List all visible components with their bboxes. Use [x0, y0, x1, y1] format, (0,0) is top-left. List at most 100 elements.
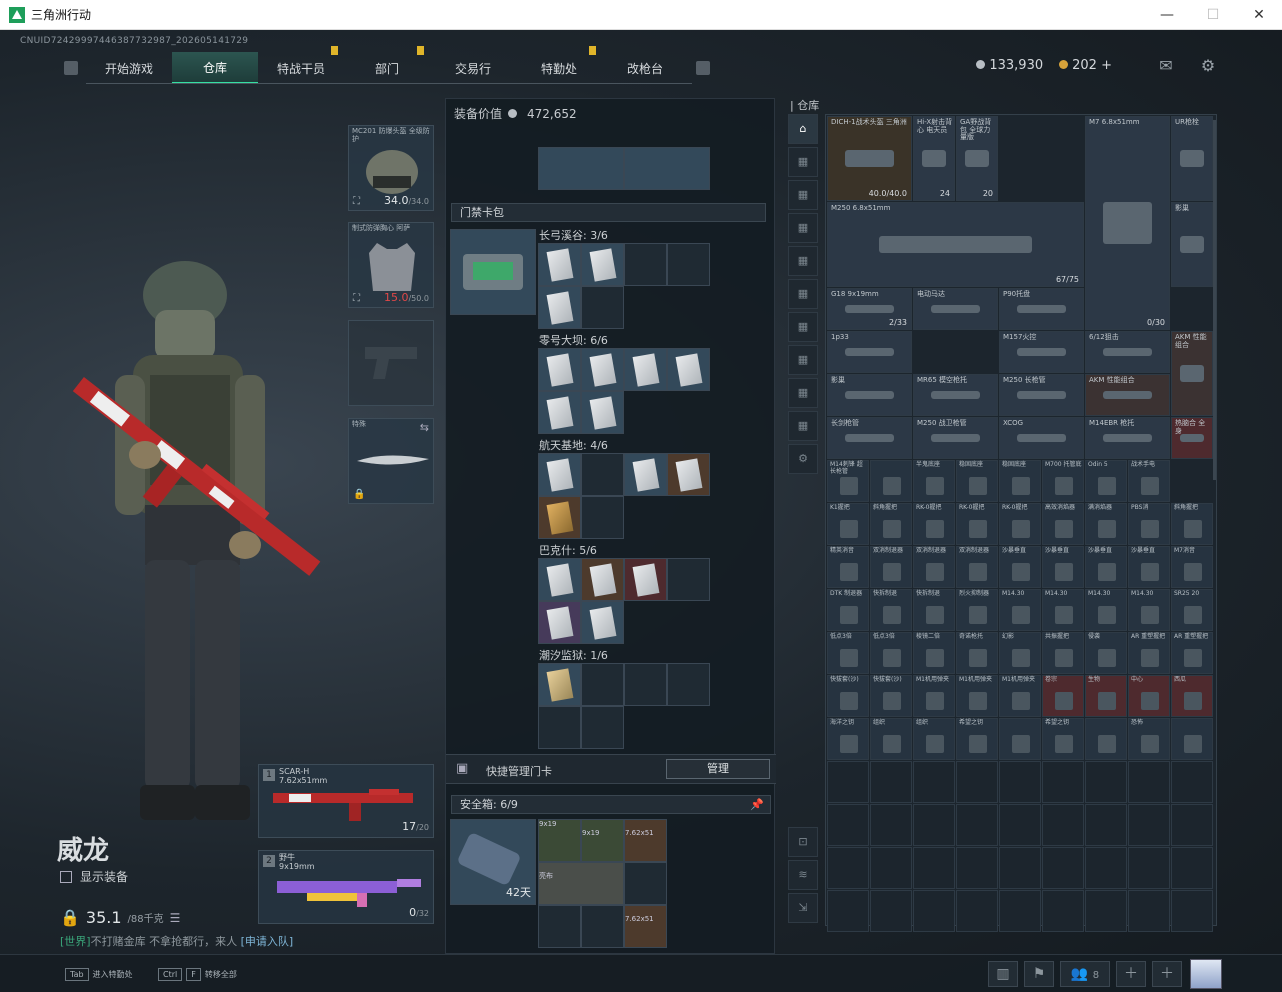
storage-empty-cell[interactable] [1128, 890, 1170, 932]
tab-gunsmith[interactable]: 改枪台 [602, 52, 688, 84]
storage-empty-cell[interactable] [956, 890, 998, 932]
storage-item[interactable]: AKM 性能组合 [1085, 374, 1170, 416]
storage-item[interactable]: MR65 模空枪托 [913, 374, 998, 416]
storage-empty-cell[interactable] [1042, 804, 1084, 846]
rifle-item[interactable] [624, 147, 710, 190]
keycard-case[interactable] [450, 229, 536, 315]
storage-tab-4[interactable]: ▦ [788, 246, 818, 276]
storage-item[interactable]: 恐怖 [1128, 718, 1170, 760]
safe-box-container[interactable]: 42天 [450, 819, 536, 905]
storage-item[interactable]: M7 6.8x51mm 0/30 [1085, 116, 1170, 330]
settings-gear-icon[interactable]: ⚙ [1198, 56, 1218, 76]
storage-tab-2[interactable]: ▦ [788, 180, 818, 210]
storage-item[interactable]: 满消焰器 [1085, 503, 1127, 545]
minimize-button[interactable]: — [1144, 0, 1190, 30]
storage-item[interactable]: 奇诺枪托 [956, 632, 998, 674]
storage-item[interactable]: 西瓜 [1171, 675, 1213, 717]
storage-item[interactable]: G18 9x19mm 2/33 [827, 288, 912, 330]
stats-icon[interactable]: ▥ [988, 961, 1018, 987]
friends-button[interactable]: 👥 8 [1060, 961, 1110, 987]
pistol-slot[interactable] [348, 320, 434, 406]
tab-special-ops[interactable]: 特勤处 [516, 46, 602, 84]
storage-empty-cell[interactable] [870, 804, 912, 846]
storage-empty-cell[interactable] [827, 804, 869, 846]
storage-item[interactable]: 双消制退器 [913, 546, 955, 588]
storage-item[interactable]: 影巢 [827, 374, 912, 416]
primary-weapon-slot[interactable]: 1 SCAR-H 7.62x51mm 17/20 [258, 764, 434, 838]
storage-item[interactable]: AR 重塑握把 [1128, 632, 1170, 674]
storage-item[interactable]: 低点3倍 [827, 632, 869, 674]
ammo-762[interactable]: 7.62x51 [624, 905, 667, 948]
storage-item[interactable]: M1机用弹夹 [913, 675, 955, 717]
storage-empty-cell[interactable] [956, 761, 998, 803]
storage-item[interactable]: 高效消焰器 [1042, 503, 1084, 545]
storage-item[interactable]: 侵袭 [1085, 632, 1127, 674]
storage-empty-cell[interactable] [1042, 847, 1084, 889]
storage-empty-cell[interactable] [999, 804, 1041, 846]
storage-item[interactable]: Odin 5 [1085, 460, 1127, 502]
storage-item[interactable]: 希望之钥 [1042, 718, 1084, 760]
apply-join-link[interactable]: [申请入队] [241, 935, 294, 948]
storage-item[interactable]: 棱镜二倍 [913, 632, 955, 674]
storage-item[interactable]: 快拆制退 [913, 589, 955, 631]
storage-tab-7[interactable]: ▦ [788, 345, 818, 375]
show-equipment-checkbox[interactable] [60, 870, 72, 883]
storage-item[interactable]: 共振握把 [1042, 632, 1084, 674]
storage-tab-3[interactable]: ▦ [788, 213, 818, 243]
storage-item[interactable]: 电动马达 [913, 288, 998, 330]
transfer-icon[interactable]: ⇲ [788, 893, 818, 923]
tab-warehouse[interactable]: 仓库 [172, 52, 258, 84]
storage-item[interactable]: M157火控 [999, 331, 1084, 373]
storage-item[interactable]: RK-0握把 [999, 503, 1041, 545]
list-icon[interactable]: ☰ [170, 911, 181, 925]
storage-empty-cell[interactable] [913, 890, 955, 932]
storage-item[interactable]: 中心 [1128, 675, 1170, 717]
storage-item[interactable]: 海洋之钥 [827, 718, 869, 760]
storage-empty-cell[interactable] [1128, 804, 1170, 846]
add-teammate-button[interactable]: ＋ [1116, 961, 1146, 987]
storage-item[interactable] [1085, 718, 1127, 760]
storage-item[interactable]: UR枪栓 [1171, 116, 1213, 201]
storage-empty-cell[interactable] [999, 847, 1041, 889]
storage-item[interactable]: SR25 20 [1171, 589, 1213, 631]
armor-slot[interactable]: 制式防弹胸心 阿萨 ⛶ 15.0/50.0 [348, 222, 434, 308]
storage-item[interactable]: P90托盘 [999, 288, 1084, 330]
storage-tab-6[interactable]: ▦ [788, 312, 818, 342]
storage-item[interactable]: 快拆制退 [870, 589, 912, 631]
storage-item[interactable]: 沙暴垂直 [1042, 546, 1084, 588]
storage-empty-cell[interactable] [1171, 890, 1213, 932]
storage-item[interactable]: M14.30 [1085, 589, 1127, 631]
melee-slot[interactable]: 特殊 ⇆ 🔒 [348, 418, 434, 504]
storage-item[interactable]: 精英消音 [827, 546, 869, 588]
storage-item[interactable]: 烈火抑制器 [956, 589, 998, 631]
storage-item[interactable]: GA野战背包 全球力量版 20 [956, 116, 998, 201]
storage-item[interactable]: M700 托管底 [1042, 460, 1084, 502]
nav-prev-icon[interactable] [64, 61, 78, 75]
storage-empty-cell[interactable] [870, 761, 912, 803]
storage-item[interactable]: M250 战卫枪管 [913, 417, 998, 459]
storage-item[interactable]: 稳固底座 [956, 460, 998, 502]
manage-button[interactable]: 管理 [666, 759, 770, 779]
storage-empty-cell[interactable] [827, 890, 869, 932]
sort-icon[interactable]: ⊡ [788, 827, 818, 857]
storage-empty-cell[interactable] [1085, 890, 1127, 932]
storage-item[interactable]: 沙暴垂直 [1085, 546, 1127, 588]
storage-item[interactable]: M250 长枪管 [999, 374, 1084, 416]
storage-empty-cell[interactable] [1085, 761, 1127, 803]
storage-tab-all[interactable]: ⌂ [788, 114, 818, 144]
storage-empty-cell[interactable] [999, 890, 1041, 932]
storage-item[interactable]: 组织 [870, 718, 912, 760]
storage-item[interactable]: XCOG [999, 417, 1084, 459]
storage-item[interactable] [1171, 718, 1213, 760]
storage-empty-cell[interactable] [913, 804, 955, 846]
storage-item[interactable]: 战术手电 [1128, 460, 1170, 502]
tab-start-game[interactable]: 开始游戏 [86, 52, 172, 84]
storage-tab-8[interactable]: ▦ [788, 378, 818, 408]
storage-item[interactable] [999, 718, 1041, 760]
storage-empty-cell[interactable] [1128, 847, 1170, 889]
storage-item[interactable]: 低点3倍 [870, 632, 912, 674]
storage-item[interactable]: 稳固底座 [999, 460, 1041, 502]
flag-icon[interactable]: ⚑ [1024, 961, 1054, 987]
gold-currency[interactable]: 202 + [1059, 58, 1112, 73]
storage-item[interactable]: M250 6.8x51mm 67/75 [827, 202, 1084, 287]
